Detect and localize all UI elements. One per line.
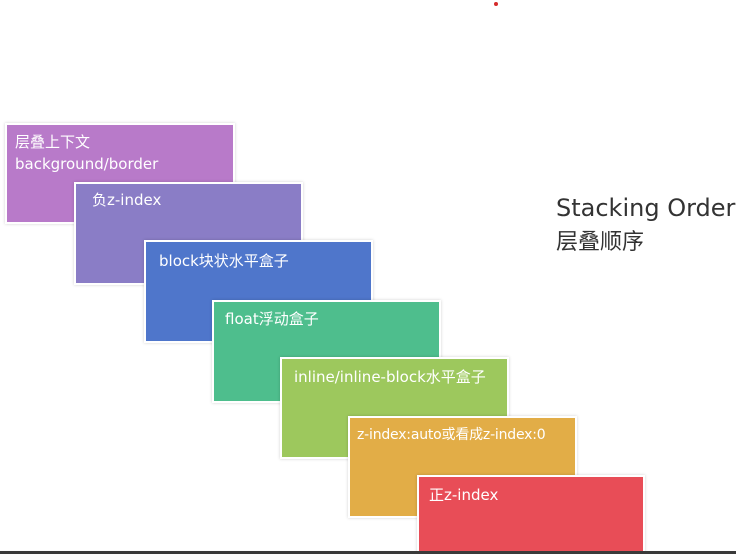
layer-label: background/border: [15, 155, 159, 173]
layer-label: 正z-index: [429, 486, 499, 504]
layer-label: 负z-index: [92, 191, 162, 209]
diagram-title: Stacking Order: [556, 194, 736, 222]
diagram-subtitle: 层叠顺序: [556, 230, 645, 255]
layer-label: block块状水平盒子: [159, 252, 289, 270]
red-dot-marker: [494, 2, 498, 6]
layer-label: inline/inline-block水平盒子: [294, 368, 486, 386]
layer-label: z-index:auto或看成z-index:0: [357, 427, 546, 443]
layer-label: 层叠上下文: [15, 133, 91, 151]
layer-label: float浮动盒子: [225, 310, 319, 328]
layer-positive-z-index: 正z-index: [417, 475, 645, 554]
